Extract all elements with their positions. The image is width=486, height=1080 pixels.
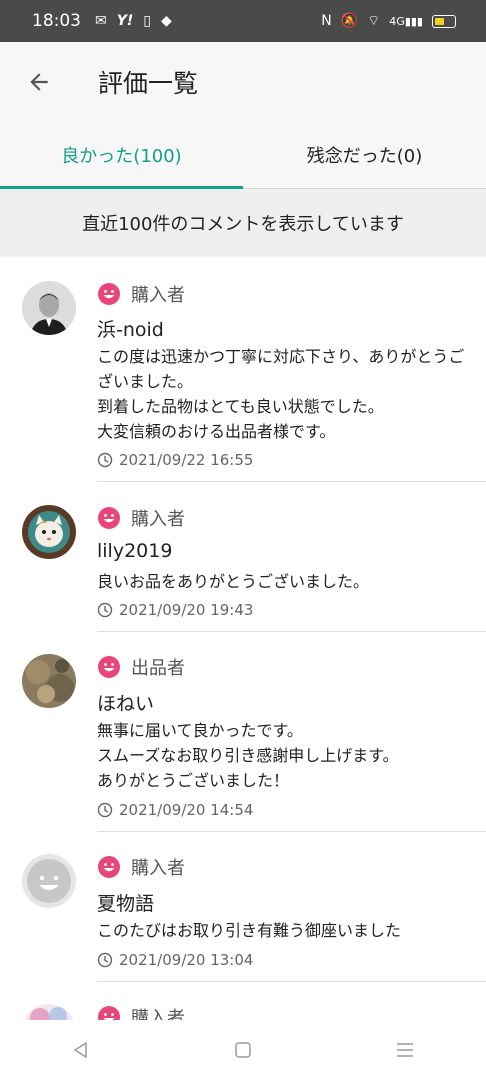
review-comment: この度は迅速かつ丁寧に対応下さり、ありがとうございました。 到着した品物はとても… [97, 347, 465, 441]
review-item[interactable]: 購入者 浜-noid この度は迅速かつ丁寧に対応下さり、ありがとうございました。… [0, 257, 486, 482]
tab-good[interactable]: 良かった(100) [0, 122, 243, 189]
smile-icon [98, 856, 120, 878]
smile-icon [98, 507, 120, 529]
arrow-left-icon [30, 73, 48, 91]
review-item[interactable]: 購入者 lily2019 良いお品をありがとうございました。 2021/09/2… [0, 482, 486, 632]
status-right-icons: N 🔕 ⌔ 4G▮▮▮ [321, 14, 456, 28]
page-title: 評価一覧 [98, 69, 199, 98]
review-comment: このたびはお取り引き有難う御座いました [97, 921, 402, 940]
yahoo-icon: Y! [116, 13, 134, 29]
menu-lines-icon [397, 1043, 413, 1057]
avatar[interactable] [22, 854, 76, 908]
review-date: 2021/09/20 13:04 [97, 951, 253, 969]
role-label: 購入者 [131, 509, 185, 530]
signal-icon: 4G▮▮▮ [389, 14, 423, 28]
mute-icon: 🔕 [340, 13, 359, 29]
role-label: 購入者 [131, 285, 185, 306]
review-comment: 無事に届いて良かったです。 スムーズなお取り引き感謝申し上げます。 ありがとうご… [97, 721, 399, 790]
reviewer-role: 購入者 [97, 854, 185, 880]
clock-icon [97, 452, 113, 468]
wifi-icon: ⌔ [367, 13, 381, 29]
tag-icon: ◆ [160, 13, 172, 29]
review-date: 2021/09/22 16:55 [97, 451, 253, 469]
reviewer-name: 浜-noid [97, 319, 164, 341]
role-label: 出品者 [131, 658, 185, 679]
tab-bar: 良かった(100) 残念だった(0) [0, 122, 486, 189]
smile-icon [98, 1006, 120, 1020]
review-list[interactable]: 購入者 浜-noid この度は迅速かつ丁寧に対応下さり、ありがとうございました。… [0, 257, 486, 1020]
reviewer-name: ほねい [97, 693, 155, 715]
reviewer-role: 購入者 [97, 505, 185, 531]
review-date: 2021/09/20 19:43 [97, 601, 253, 619]
date-label: 2021/09/22 16:55 [119, 451, 254, 469]
clipboard-icon: ▯ [143, 13, 151, 29]
info-banner: 直近100件のコメントを表示しています [0, 189, 486, 257]
review-item[interactable]: 購入者 [0, 982, 486, 1020]
nav-recents-button[interactable] [385, 1030, 425, 1070]
review-comment: 良いお品をありがとうございました。 [97, 572, 370, 591]
status-left-icons: ✉ Y! ▯ ◆ [95, 14, 172, 28]
reviewer-role: 出品者 [97, 654, 185, 680]
review-item[interactable]: 購入者 夏物語 このたびはお取り引き有難う御座いました 2021/09/20 1… [0, 832, 486, 982]
nfc-icon: N [321, 13, 332, 29]
triangle-back-icon [73, 1041, 87, 1059]
review-date: 2021/09/20 14:54 [97, 801, 253, 819]
reviewer-role: 購入者 [97, 281, 185, 307]
smile-icon [98, 656, 120, 678]
smile-icon [98, 283, 120, 305]
avatar[interactable] [22, 654, 76, 708]
tab-bad[interactable]: 残念だった(0) [243, 122, 486, 188]
clock-icon [97, 802, 113, 818]
app-bar: 評価一覧 [0, 42, 486, 122]
system-nav-bar [0, 1020, 486, 1080]
status-time: 18:03 [32, 11, 81, 31]
mail-icon: ✉ [95, 13, 107, 29]
date-label: 2021/09/20 14:54 [119, 801, 254, 819]
avatar[interactable] [22, 281, 76, 335]
clock-icon [97, 602, 113, 618]
date-label: 2021/09/20 19:43 [119, 601, 254, 619]
network-label: 4G [389, 14, 405, 28]
date-label: 2021/09/20 13:04 [119, 951, 254, 969]
battery-icon [432, 14, 456, 28]
role-label: 購入者 [131, 1008, 185, 1020]
reviewer-name: 夏物語 [97, 893, 155, 915]
avatar[interactable] [22, 505, 76, 559]
nav-back-button[interactable] [61, 1030, 101, 1070]
review-item[interactable]: 出品者 ほねい 無事に届いて良かったです。 スムーズなお取り引き感謝申し上げます… [0, 632, 486, 832]
status-bar: 18:03 ✉ Y! ▯ ◆ N 🔕 ⌔ 4G▮▮▮ [0, 0, 486, 42]
reviewer-role: 購入者 [97, 1004, 185, 1020]
avatar[interactable] [22, 1004, 76, 1020]
role-label: 購入者 [131, 858, 185, 879]
reviewer-name: lily2019 [97, 540, 173, 562]
square-home-icon [235, 1042, 251, 1058]
nav-home-button[interactable] [223, 1030, 263, 1070]
back-button[interactable] [24, 67, 54, 97]
clock-icon [97, 952, 113, 968]
